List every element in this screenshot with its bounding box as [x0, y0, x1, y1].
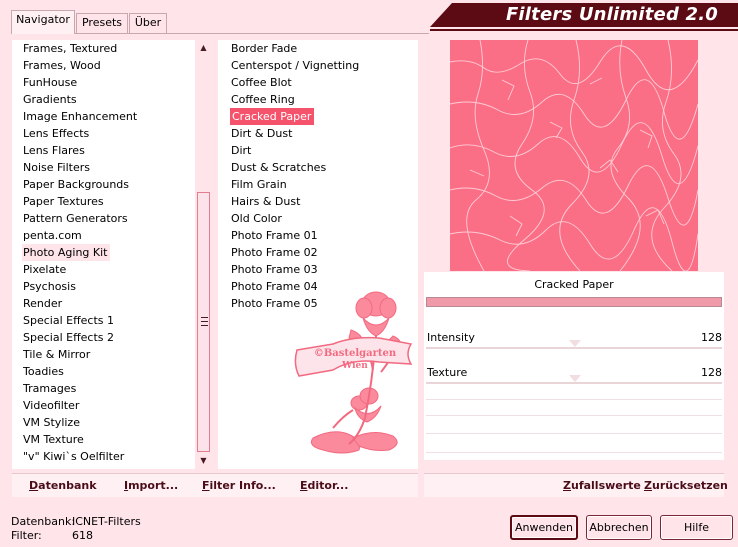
category-item[interactable]: Paper Backgrounds: [22, 176, 132, 193]
database-label: Datenbank:: [11, 515, 76, 528]
filter-item[interactable]: Photo Frame 02: [230, 244, 321, 261]
scroll-grip-icon: [201, 317, 208, 326]
category-item[interactable]: Noise Filters: [22, 159, 93, 176]
datenbank-button[interactable]: Datenbank: [29, 479, 97, 492]
empty-param-row: [426, 433, 722, 434]
filter-item[interactable]: Dirt: [230, 142, 254, 159]
texture-slider[interactable]: Texture 128: [426, 366, 722, 400]
category-item[interactable]: Lens Flares: [22, 142, 88, 159]
right-action-bar: Zufallswerte Zurücksetzen: [424, 473, 728, 497]
filter-item[interactable]: Old Color: [230, 210, 285, 227]
intensity-value: 128: [701, 331, 722, 344]
help-button[interactable]: Hilfe: [660, 515, 733, 540]
progress-bar: [426, 297, 722, 307]
database-value: ICNET-Filters: [72, 515, 141, 528]
empty-param-row: [426, 415, 722, 416]
filter-item[interactable]: Photo Frame 03: [230, 261, 321, 278]
filter-item[interactable]: Dirt & Dust: [230, 125, 295, 142]
filter-item[interactable]: Film Grain: [230, 176, 290, 193]
scroll-up-icon[interactable]: ▲: [195, 40, 212, 56]
tab-navigator[interactable]: Navigator: [11, 10, 75, 34]
filter-item[interactable]: Hairs & Dust: [230, 193, 303, 210]
category-item[interactable]: Frames, Wood: [22, 57, 104, 74]
category-item[interactable]: Paper Textures: [22, 193, 107, 210]
watermark-line1: ©Bastelgarten: [314, 348, 397, 359]
left-action-bar: Datenbank Import... Filter Info... Edito…: [12, 473, 418, 497]
intensity-track[interactable]: [426, 347, 722, 349]
texture-label: Texture: [427, 366, 468, 379]
category-item[interactable]: VM Texture: [22, 431, 87, 448]
category-item[interactable]: VM Stylize: [22, 414, 83, 431]
category-item[interactable]: FunHouse: [22, 74, 80, 91]
category-item[interactable]: Special Effects 1: [22, 312, 117, 329]
category-item[interactable]: Tramages: [22, 380, 79, 397]
filter-item[interactable]: Coffee Blot: [230, 74, 295, 91]
texture-track[interactable]: [426, 382, 722, 384]
category-item[interactable]: penta.com: [22, 227, 85, 244]
scroll-thumb[interactable]: [197, 192, 210, 452]
tab-uber[interactable]: Über: [129, 13, 167, 33]
filter-count-value: 618: [72, 529, 93, 542]
category-item[interactable]: Frames, Textured: [22, 40, 120, 57]
intensity-label: Intensity: [427, 331, 475, 344]
random-values-button[interactable]: Zufallswerte: [563, 479, 641, 492]
reset-button[interactable]: Zurücksetzen: [644, 479, 728, 492]
filter-item[interactable]: Border Fade: [230, 40, 300, 57]
editor-button[interactable]: Editor...: [300, 479, 348, 492]
category-item[interactable]: Render: [22, 295, 65, 312]
preview-image: [450, 40, 698, 271]
filter-count-label: Filter:: [11, 529, 42, 542]
category-item[interactable]: Image Enhancement: [22, 108, 140, 125]
parameter-panel: Cracked Paper Intensity 128 Texture 128: [424, 272, 724, 460]
category-item[interactable]: Videofilter: [22, 397, 82, 414]
category-item[interactable]: Toadies: [22, 363, 67, 380]
title-underline: [430, 29, 738, 31]
empty-param-row: [426, 399, 722, 400]
category-scrollbar[interactable]: ▲ ▼: [195, 40, 212, 469]
selected-filter-name: Cracked Paper: [534, 278, 614, 291]
category-item[interactable]: Tile & Mirror: [22, 346, 93, 363]
filter-item[interactable]: Dust & Scratches: [230, 159, 329, 176]
tab-presets[interactable]: Presets: [76, 13, 128, 33]
category-item[interactable]: Pixelate: [22, 261, 69, 278]
category-item[interactable]: Pattern Generators: [22, 210, 131, 227]
apply-button[interactable]: Anwenden: [510, 515, 578, 540]
filter-info-button[interactable]: Filter Info...: [202, 479, 276, 492]
category-item[interactable]: "v" Kiwi`s Oelfilter: [22, 448, 127, 465]
watermark-line2: Wien: [341, 361, 368, 371]
category-item[interactable]: Psychosis: [22, 278, 79, 295]
texture-thumb[interactable]: [569, 375, 581, 382]
scroll-down-icon[interactable]: ▼: [195, 453, 212, 469]
watermark-flower-icon: ©Bastelgarten Wien: [294, 291, 413, 454]
category-list[interactable]: Frames, Textured Frames, Wood FunHouse Grad…: [12, 40, 195, 469]
filter-list[interactable]: Border Fade Centerspot / Vignetting Coffee…: [218, 40, 418, 469]
category-item[interactable]: Gradients: [22, 91, 80, 108]
category-item[interactable]: Photo Aging Kit: [22, 244, 111, 261]
filter-item[interactable]: Centerspot / Vignetting: [230, 57, 362, 74]
category-item[interactable]: Lens Effects: [22, 125, 92, 142]
app-title: Filters Unlimited 2.0: [505, 4, 718, 25]
filter-item[interactable]: Coffee Ring: [230, 91, 298, 108]
cancel-button[interactable]: Abbrechen: [586, 515, 652, 540]
filter-item[interactable]: Photo Frame 01: [230, 227, 321, 244]
filter-item[interactable]: Cracked Paper: [230, 108, 315, 125]
import-button[interactable]: Import...: [124, 479, 178, 492]
intensity-slider[interactable]: Intensity 128: [426, 331, 722, 365]
texture-value: 128: [701, 366, 722, 379]
category-item[interactable]: Special Effects 2: [22, 329, 117, 346]
empty-param-row: [426, 452, 722, 453]
intensity-thumb[interactable]: [569, 340, 581, 347]
